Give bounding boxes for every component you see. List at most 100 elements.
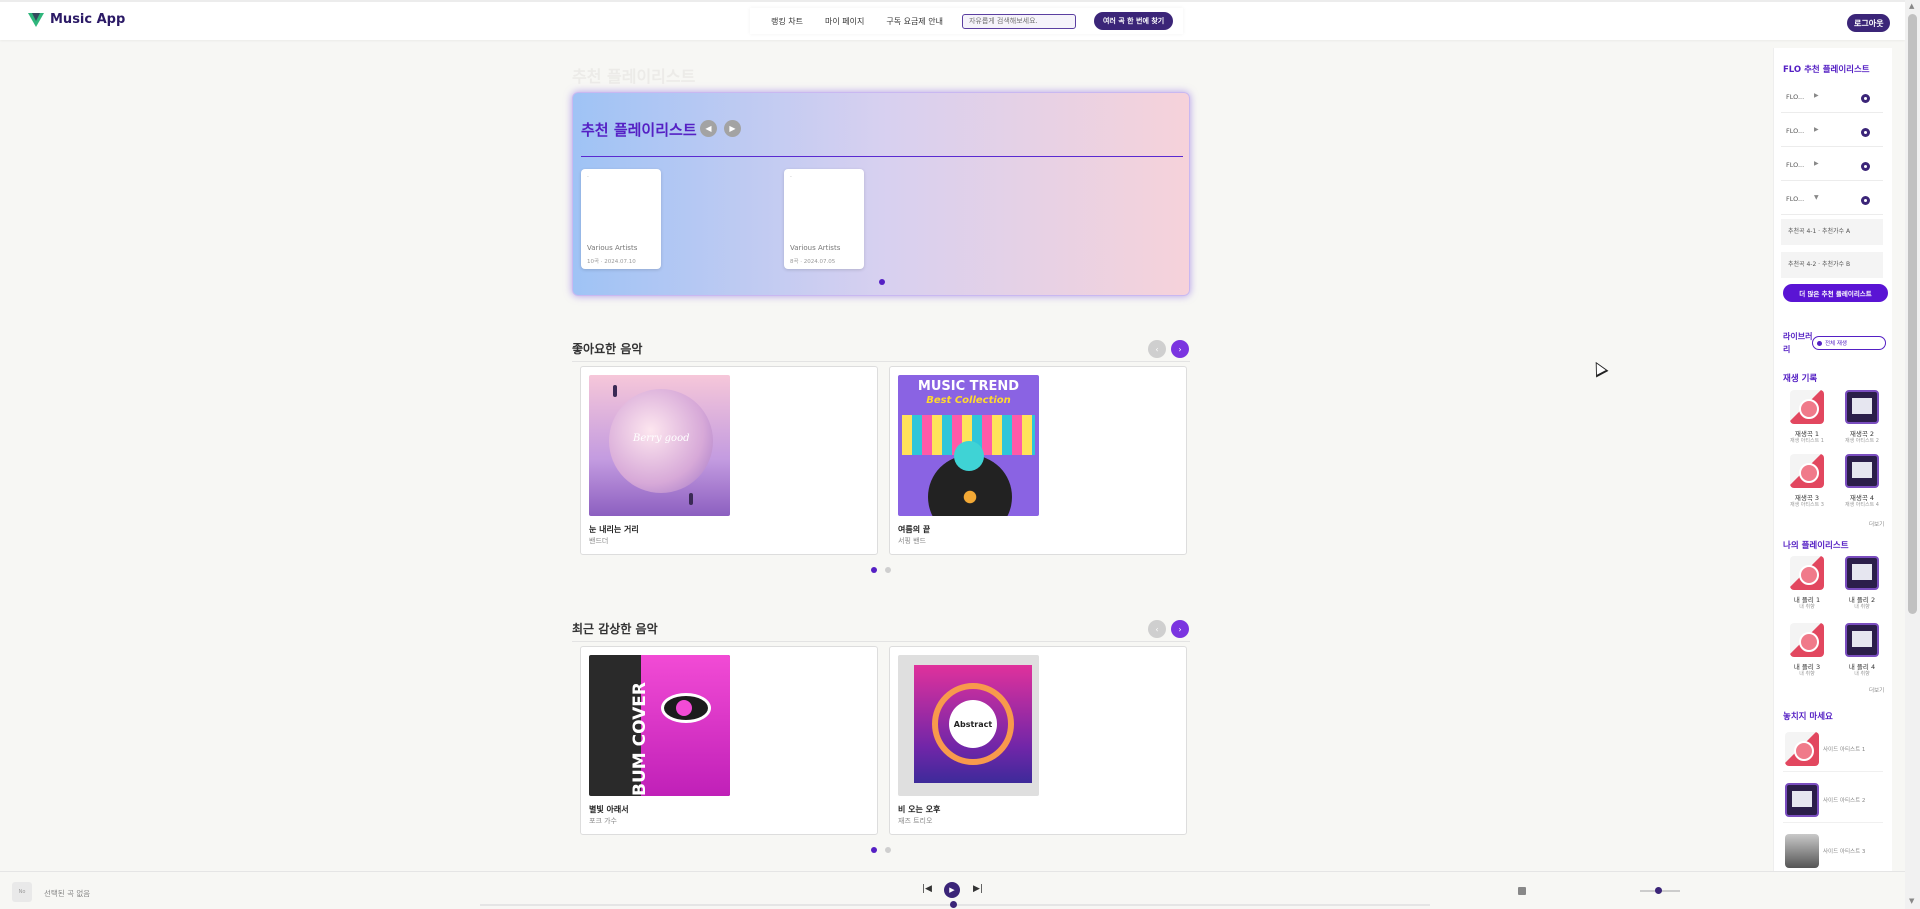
scroll-down-icon[interactable]: ▼ xyxy=(1909,897,1914,905)
history-thumb[interactable] xyxy=(1790,454,1824,488)
dont-miss-artist: 사이드 아티스트 2 xyxy=(1823,798,1866,804)
my-playlist-title: 나의 플레이리스트 xyxy=(1783,541,1849,551)
section-divider xyxy=(572,641,1190,642)
scroll-up-icon[interactable]: ▲ xyxy=(1909,2,1914,10)
playlist-card[interactable]: · Various Artists 8곡 · 2024.07.05 xyxy=(784,169,864,269)
play-icon[interactable] xyxy=(1861,128,1870,137)
song-title: 비 오는 오후 xyxy=(898,805,941,814)
dont-miss-item[interactable]: 사이드 아티스트 3 xyxy=(1783,830,1883,874)
liked-pagination-dot[interactable] xyxy=(885,567,891,573)
song-card[interactable]: Berry good 눈 내리는 거리 밴드더 xyxy=(580,366,878,555)
history-title: 재생 기록 xyxy=(1783,374,1818,384)
recommended-playlist-carousel: 추천 플레이리스트 ◀ ▶ · Various Artists 10곡 · 20… xyxy=(572,92,1190,296)
nav-subscription[interactable]: 구독 요금제 안내 xyxy=(875,16,954,27)
my-playlist-sub-text: 내 취향 xyxy=(1799,604,1815,610)
song-card[interactable]: MUSIC TREND Best Collection 여름의 끝 서핑 밴드 xyxy=(889,366,1187,555)
recent-pagination-dot[interactable] xyxy=(885,847,891,853)
my-playlist-more-link[interactable]: 더보기 xyxy=(1869,686,1884,694)
my-playlist-sub-text: 내 취향 xyxy=(1854,604,1870,610)
play-icon[interactable] xyxy=(1861,94,1870,103)
volume-icon[interactable] xyxy=(1518,887,1526,895)
playlist-card-meta: 10곡 · 2024.07.10 xyxy=(587,259,636,265)
my-playlist-sub-text: 내 취향 xyxy=(1799,671,1815,677)
playlist-card-meta: 8곡 · 2024.07.05 xyxy=(790,259,836,265)
volume-knob[interactable] xyxy=(1655,887,1662,894)
flo-playlist-name: FLO... xyxy=(1786,93,1805,101)
liked-pagination-dot[interactable] xyxy=(871,567,877,573)
play-icon[interactable] xyxy=(1861,196,1870,205)
flo-playlist-name: FLO... xyxy=(1786,127,1805,135)
hero-next-button[interactable]: ▶ xyxy=(724,120,741,137)
liked-prev-button[interactable]: ‹ xyxy=(1148,340,1166,358)
logout-button[interactable]: 로그아웃 xyxy=(1847,14,1891,32)
expand-icon[interactable]: ▶ xyxy=(1814,126,1819,133)
dont-miss-item[interactable]: 사이드 아티스트 2 xyxy=(1783,779,1883,823)
my-playlist-thumb[interactable] xyxy=(1790,556,1824,590)
my-playlist-sub-text: 내 취향 xyxy=(1854,671,1870,677)
flo-playlist-row[interactable]: FLO... ▶ xyxy=(1781,151,1883,181)
song-card[interactable]: Abstract 비 오는 오후 재즈 트리오 xyxy=(889,646,1187,835)
playlist-card-artist: Various Artists xyxy=(587,244,638,252)
collapse-icon[interactable]: ▼ xyxy=(1814,194,1819,201)
dont-miss-thumb xyxy=(1785,834,1819,868)
nav-my-page[interactable]: 마이 페이지 xyxy=(814,16,875,27)
history-artist-text: 재생 아티스트 1 xyxy=(1790,438,1824,444)
album-art-text: MUSIC TREND xyxy=(917,379,1020,394)
nav-bar: 랭킹 차트 마이 페이지 구독 요금제 안내 여러 곡 한 번에 찾기 xyxy=(750,8,1184,34)
playlist-card-artist: Various Artists xyxy=(790,244,841,252)
previous-track-icon[interactable]: |◀ xyxy=(922,884,932,894)
recent-pagination-dot[interactable] xyxy=(871,847,877,853)
page-scrollbar[interactable]: ▲ ▼ xyxy=(1905,0,1920,909)
expand-icon[interactable]: ▶ xyxy=(1814,92,1819,99)
history-thumb[interactable] xyxy=(1845,454,1879,488)
header: Music App 랭킹 차트 마이 페이지 구독 요금제 안내 여러 곡 한 … xyxy=(0,0,1905,40)
right-sidebar: FLO 추천 플레이리스트 FLO... ▶ FLO... ▶ FLO... ▶… xyxy=(1773,48,1892,909)
dont-miss-thumb xyxy=(1785,783,1819,817)
album-art-subtext: Best Collection xyxy=(926,395,1011,406)
now-playing-title: 선택된 곡 없음 xyxy=(44,889,91,898)
flo-playlist-name: FLO... xyxy=(1786,195,1805,203)
dont-miss-artist: 사이드 아티스트 3 xyxy=(1823,849,1866,855)
history-more-link[interactable]: 더보기 xyxy=(1869,520,1884,528)
recent-prev-button[interactable]: ‹ xyxy=(1148,620,1166,638)
flo-playlist-row[interactable]: FLO... ▼ xyxy=(1781,185,1883,215)
play-pause-button[interactable]: ▶ xyxy=(944,882,960,898)
next-track-icon[interactable]: ▶| xyxy=(973,884,983,894)
expand-icon[interactable]: ▶ xyxy=(1814,160,1819,167)
song-artist: 서핑 밴드 xyxy=(898,537,926,545)
hero-pagination-dot[interactable] xyxy=(879,279,885,285)
my-playlist-thumb[interactable] xyxy=(1790,623,1824,657)
more-flo-playlists-button[interactable]: 더 많은 추천 플레이리스트 xyxy=(1783,284,1888,302)
dont-miss-item[interactable]: 사이드 아티스트 1 xyxy=(1783,728,1883,772)
flo-playlist-row[interactable]: FLO... ▶ xyxy=(1781,117,1883,147)
logo[interactable]: Music App xyxy=(28,12,125,27)
recent-next-button[interactable]: › xyxy=(1171,620,1189,638)
playlist-card-thumb: · xyxy=(790,174,792,181)
app-name: Music App xyxy=(50,12,126,27)
history-thumb[interactable] xyxy=(1790,390,1824,424)
dont-miss-title: 놓치지 마세요 xyxy=(1783,712,1833,722)
progress-knob[interactable] xyxy=(950,901,957,908)
song-artist: 포크 가수 xyxy=(589,817,617,825)
search-input[interactable] xyxy=(961,13,1076,29)
flo-playlist-row[interactable]: FLO... ▶ xyxy=(1781,83,1883,113)
scrollbar-thumb[interactable] xyxy=(1908,14,1917,614)
play-icon[interactable] xyxy=(1861,162,1870,171)
my-playlist-thumb[interactable] xyxy=(1845,556,1879,590)
album-art: Berry good xyxy=(589,375,730,516)
hero-prev-button[interactable]: ◀ xyxy=(700,120,717,137)
play-all-button[interactable]: 전체 재생 xyxy=(1812,336,1886,350)
history-thumb[interactable] xyxy=(1845,390,1879,424)
figure-shape xyxy=(613,385,617,397)
find-multiple-songs-button[interactable]: 여러 곡 한 번에 찾기 xyxy=(1093,12,1174,30)
my-playlist-thumb[interactable] xyxy=(1845,623,1879,657)
song-title: 여름의 끝 xyxy=(898,525,931,534)
liked-next-button[interactable]: › xyxy=(1171,340,1189,358)
flo-sub-track[interactable]: 추천곡 4-1 · 추천가수 A xyxy=(1781,219,1883,245)
song-artist: 재즈 트리오 xyxy=(898,817,933,825)
playlist-card[interactable]: · Various Artists 10곡 · 2024.07.10 xyxy=(581,169,661,269)
song-card[interactable]: ALBUM COVER 별빛 아래서 포크 가수 xyxy=(580,646,878,835)
flo-sub-track[interactable]: 추천곡 4-2 · 추천가수 B xyxy=(1781,252,1883,278)
playlist-card-thumb: · xyxy=(587,174,589,181)
nav-ranking-chart[interactable]: 랭킹 차트 xyxy=(760,16,814,27)
